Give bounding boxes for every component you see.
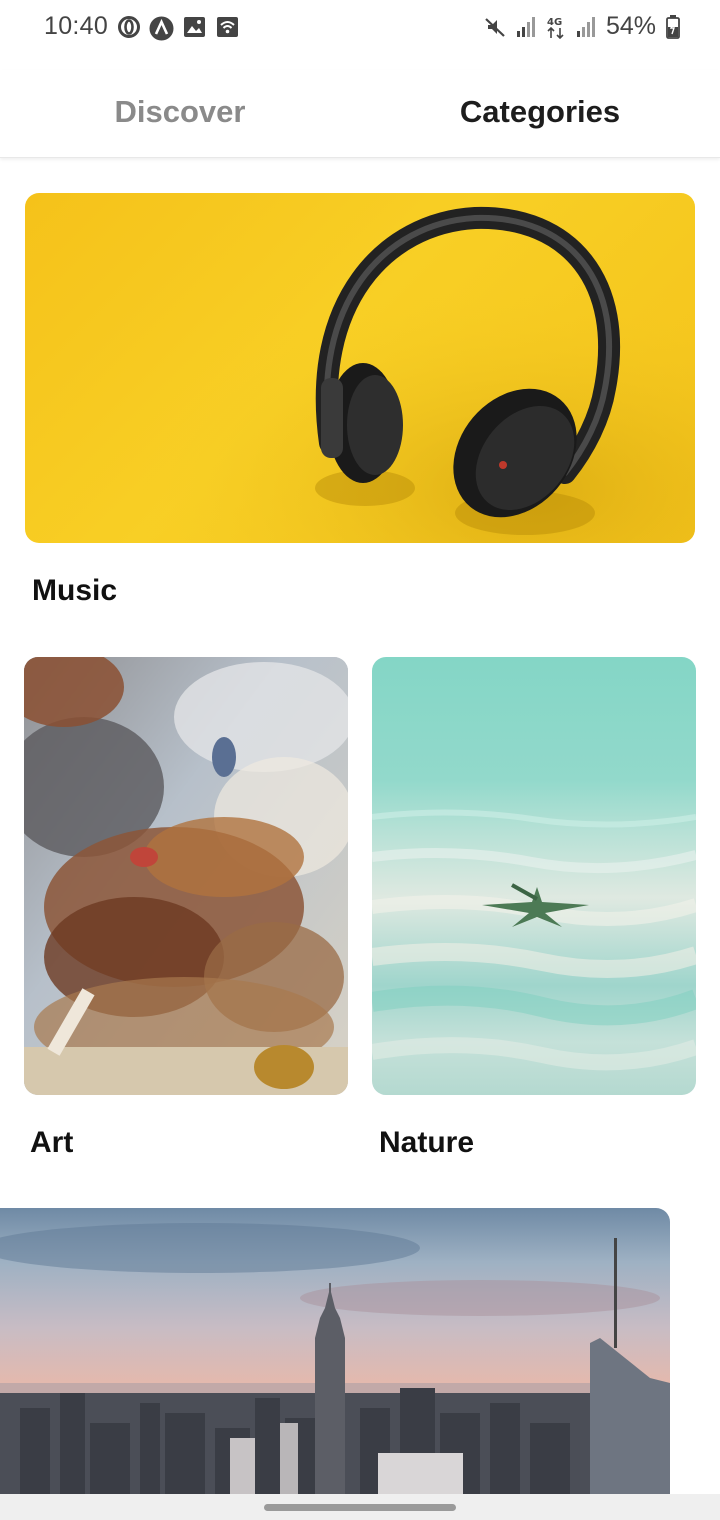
mute-icon (485, 17, 505, 37)
starfish-icon (372, 809, 696, 1071)
headphones-icon (25, 193, 695, 543)
tab-discover[interactable]: Discover (0, 94, 360, 130)
4g-icon: 4G (547, 17, 564, 39)
wifi-calling-icon (217, 17, 238, 37)
tab-bar: Discover Categories (0, 70, 720, 158)
tab-categories[interactable]: Categories (360, 94, 720, 130)
city-category-image[interactable] (0, 1208, 670, 1508)
signal-icon (576, 16, 595, 37)
svg-text:4G: 4G (547, 17, 562, 28)
status-bar: 10:40 4G 54% (0, 0, 720, 56)
art-category-image[interactable] (24, 657, 348, 1095)
nature-category-image[interactable] (372, 657, 696, 1095)
music-category-image[interactable] (25, 193, 695, 543)
image-icon (184, 17, 205, 37)
art-label[interactable]: Art (30, 1126, 73, 1160)
painting-icon (24, 657, 348, 1095)
music-label[interactable]: Music (32, 574, 117, 608)
navigation-bar (0, 1494, 720, 1520)
battery-icon (666, 14, 680, 39)
status-right-group: 4G 54% (484, 12, 680, 41)
status-time: 10:40 (44, 12, 109, 40)
nature-label[interactable]: Nature (379, 1126, 474, 1160)
a-icon (149, 16, 174, 41)
battery-percent: 54% (605, 12, 656, 40)
opera-icon (118, 16, 140, 38)
city-skyline-icon (0, 1223, 670, 1508)
home-gesture-handle[interactable] (264, 1504, 456, 1511)
signal-icon (516, 16, 535, 37)
